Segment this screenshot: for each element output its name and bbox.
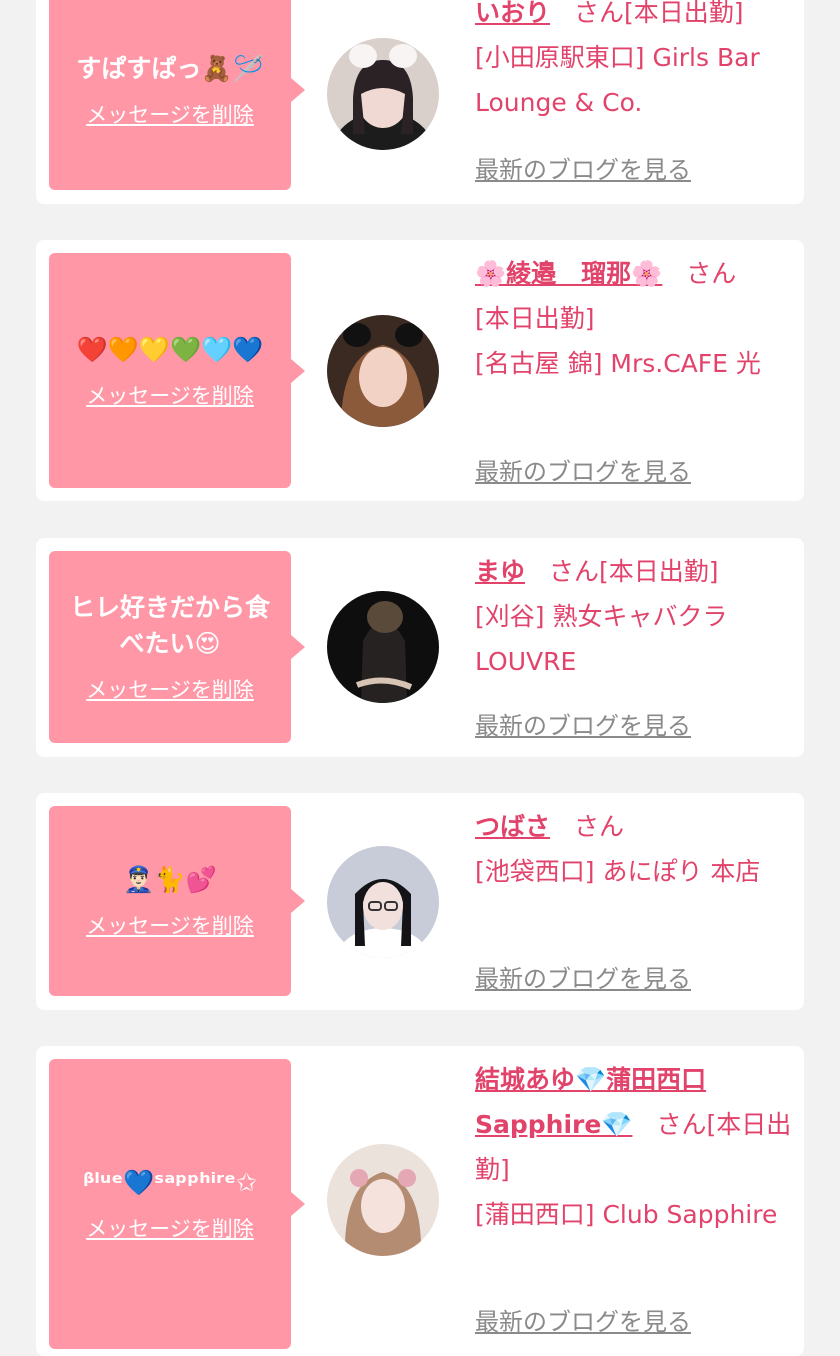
entry-info: いおり さん[本日出勤] [小田原駅東口] Girls Bar Lounge & … xyxy=(475,0,795,125)
delete-message-link[interactable]: メッセージを削除 xyxy=(86,674,254,704)
shop-name: [蒲田西口] Club Sapphire xyxy=(475,1200,778,1229)
message-text: ᵝˡᵘᵉ💙ˢᵃᵖᵖʰⁱʳᵉ✩ xyxy=(83,1168,257,1197)
message-text: ❤️🧡💛💚🩵💙 xyxy=(76,334,264,364)
honorific: さん xyxy=(549,557,600,586)
avatar[interactable] xyxy=(327,38,439,150)
list-item: 👮🏻‍♂️🐈💕 メッセージを削除 つばさ さん [池袋西口] あにぽり 本店 最新… xyxy=(36,793,804,1010)
list-item: ❤️🧡💛💚🩵💙 メッセージを削除 🌸綾邉 瑠那🌸 さん [本日出勤] [名古屋 錦… xyxy=(36,240,804,501)
avatar[interactable] xyxy=(327,1144,439,1256)
work-status: [本日出勤] xyxy=(599,557,719,586)
shop-name: [池袋西口] あにぽり 本店 xyxy=(475,857,761,886)
entry-info: つばさ さん [池袋西口] あにぽり 本店 xyxy=(475,804,795,894)
list-item: ヒレ好きだから食べたい😍 メッセージを削除 まゆ さん[本日出勤] [刈谷] 熟女… xyxy=(36,538,804,757)
avatar[interactable] xyxy=(327,846,439,958)
latest-blog-link[interactable]: 最新のブログを見る xyxy=(475,452,691,487)
shop-name: [小田原駅東口] Girls Bar Lounge & Co. xyxy=(475,43,760,117)
delete-message-link[interactable]: メッセージを削除 xyxy=(86,380,254,410)
delete-message-link[interactable]: メッセージを削除 xyxy=(86,99,254,129)
message-text: 👮🏻‍♂️🐈💕 xyxy=(123,865,217,894)
message-bubble: 👮🏻‍♂️🐈💕 メッセージを削除 xyxy=(49,806,305,996)
avatar[interactable] xyxy=(327,591,439,703)
list-item: ᵝˡᵘᵉ💙ˢᵃᵖᵖʰⁱʳᵉ✩ メッセージを削除 結城あゆ💎蒲田西口Sapphir… xyxy=(36,1046,804,1356)
message-bubble: ❤️🧡💛💚🩵💙 メッセージを削除 xyxy=(49,253,305,488)
delete-message-link[interactable]: メッセージを削除 xyxy=(86,1213,254,1243)
cast-name-link[interactable]: 🌸綾邉 瑠那🌸 xyxy=(475,259,662,288)
latest-blog-link[interactable]: 最新のブログを見る xyxy=(475,706,691,741)
message-text: すぱすぱっ🧸🪡 xyxy=(76,54,264,83)
latest-blog-link[interactable]: 最新のブログを見る xyxy=(475,150,691,185)
cast-name-link[interactable]: つばさ xyxy=(475,812,550,841)
work-status: [本日出勤] xyxy=(624,0,744,27)
message-bubble: ヒレ好きだから食べたい😍 メッセージを削除 xyxy=(49,551,305,743)
honorific: さん xyxy=(574,812,625,841)
honorific: さん xyxy=(574,0,625,27)
avatar[interactable] xyxy=(327,315,439,427)
list-item: すぱすぱっ🧸🪡 メッセージを削除 いおり さん[本日出勤] [小田原駅東口] Gi… xyxy=(36,0,804,204)
message-bubble: ᵝˡᵘᵉ💙ˢᵃᵖᵖʰⁱʳᵉ✩ メッセージを削除 xyxy=(49,1059,305,1349)
latest-blog-link[interactable]: 最新のブログを見る xyxy=(475,1302,691,1337)
honorific: さん xyxy=(656,1110,707,1139)
entry-info: まゆ さん[本日出勤] [刈谷] 熟女キャバクラ LOUVRE xyxy=(475,549,795,684)
entry-info: 🌸綾邉 瑠那🌸 さん [本日出勤] [名古屋 錦] Mrs.CAFE 光 xyxy=(475,251,795,386)
cast-name-link[interactable]: まゆ xyxy=(475,557,525,586)
message-bubble: すぱすぱっ🧸🪡 メッセージを削除 xyxy=(49,0,305,190)
honorific: さん xyxy=(686,259,737,288)
message-text: ヒレ好きだから食べたい😍 xyxy=(69,593,270,658)
delete-message-link[interactable]: メッセージを削除 xyxy=(86,910,254,940)
entry-info: 結城あゆ💎蒲田西口Sapphire💎 さん[本日出勤] [蒲田西口] Club S… xyxy=(475,1057,795,1237)
latest-blog-link[interactable]: 最新のブログを見る xyxy=(475,959,691,994)
shop-name: [名古屋 錦] Mrs.CAFE 光 xyxy=(475,349,761,378)
work-status: [本日出勤] xyxy=(475,304,595,333)
shop-name: [刈谷] 熟女キャバクラ LOUVRE xyxy=(475,602,728,676)
cast-name-link[interactable]: いおり xyxy=(475,0,550,27)
